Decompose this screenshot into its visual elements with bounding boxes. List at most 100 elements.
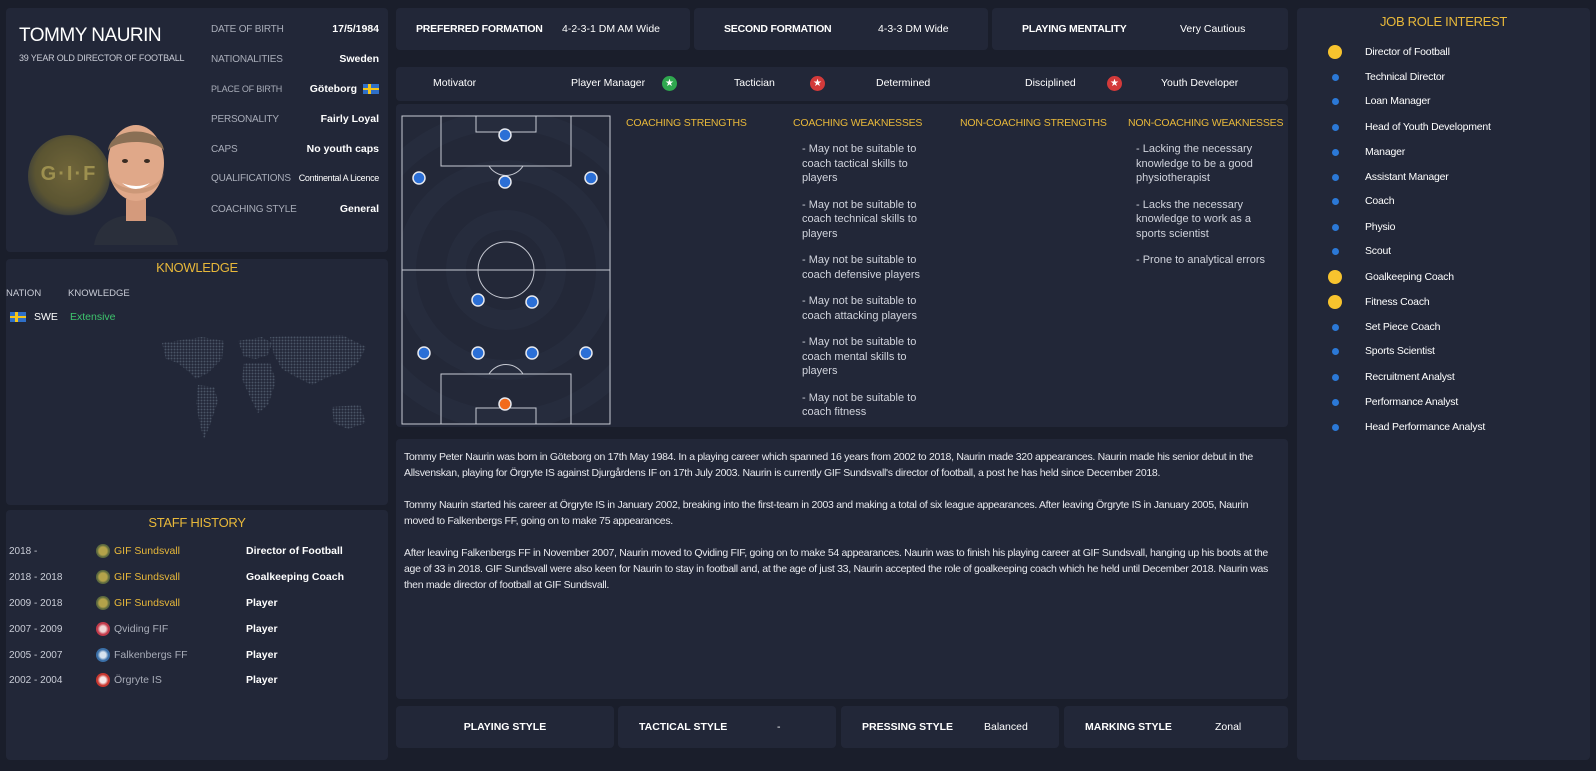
birthplace-label: PLACE OF BIRTH	[211, 84, 283, 94]
weakness-item: - Prone to analytical errors	[1136, 254, 1265, 266]
playing-style-box: PLAYING STYLE	[396, 706, 614, 748]
player-marker	[412, 171, 426, 185]
history-club-link[interactable]: GIF Sundsvall	[114, 545, 180, 557]
pressing-style-box: PRESSING STYLE Balanced	[841, 706, 1059, 748]
history-club-link[interactable]: Qviding FIF	[114, 623, 168, 635]
nationality-row: NATIONALITIES Sweden	[211, 50, 379, 68]
player-marker	[498, 175, 512, 189]
history-role: Player	[246, 649, 278, 661]
knowledge-nation-header: NATION	[6, 288, 42, 299]
tactics-panel: COACHING STRENGTHS COACHING WEAKNESSES N…	[396, 104, 1288, 427]
nationality-label: NATIONALITIES	[211, 53, 283, 65]
player-marker	[471, 346, 485, 360]
playing-mentality-box: PLAYING MENTALITY Very Cautious	[992, 8, 1288, 50]
weakness-item: - May not be suitable to coach attacking…	[802, 295, 917, 322]
job-role-item[interactable]: Technical Director	[1297, 67, 1577, 87]
job-role-item[interactable]: Loan Manager	[1297, 91, 1577, 111]
profile-panel: TOMMY NAURIN 39 YEAR OLD DIRECTOR OF FOO…	[6, 8, 388, 252]
interest-dot-icon	[1332, 124, 1339, 131]
job-role-item[interactable]: Head of Youth Development	[1297, 117, 1577, 137]
knowledge-nation: SWE	[34, 311, 58, 323]
staff-history-panel: STAFF HISTORY 2018 - GIF Sundsvall Direc…	[6, 510, 388, 760]
player-marker	[584, 171, 598, 185]
noncoaching-strengths-title: NON-COACHING STRENGTHS	[960, 117, 1107, 129]
gif-sundsvall-badge-icon	[96, 596, 110, 610]
history-club-link[interactable]: Falkenbergs FF	[114, 649, 188, 661]
job-role-item[interactable]: Performance Analyst	[1297, 392, 1577, 412]
birthplace-value[interactable]: Göteborg	[310, 83, 357, 95]
interest-dot-icon	[1332, 374, 1339, 381]
history-club-link[interactable]: GIF Sundsvall	[114, 597, 180, 609]
formation-pitch	[401, 115, 611, 425]
history-years: 2005 - 2007	[9, 649, 63, 661]
playing-mentality-label: PLAYING MENTALITY	[1022, 23, 1127, 35]
goalkeeper-marker	[498, 397, 512, 411]
bio-paragraph: After leaving Falkenbergs FF in November…	[404, 547, 1268, 591]
dob-value: 17/5/1984	[332, 23, 379, 35]
personality-row: PERSONALITY Fairly Loyal	[211, 110, 379, 128]
job-role-item[interactable]: Manager	[1297, 142, 1577, 162]
job-role-item[interactable]: Set Piece Coach	[1297, 317, 1577, 337]
world-map[interactable]	[152, 333, 382, 445]
dob-label: DATE OF BIRTH	[211, 23, 284, 35]
interest-dot-icon	[1332, 149, 1339, 156]
history-role: Player	[246, 597, 278, 609]
interest-dot-icon	[1332, 324, 1339, 331]
history-row[interactable]: 2009 - 2018 GIF Sundsvall Player	[9, 593, 379, 613]
job-role-label: Assistant Manager	[1365, 171, 1449, 183]
qualifications-row: QUALIFICATIONS Continental A Licence	[211, 169, 379, 187]
personality-label: PERSONALITY	[211, 113, 279, 125]
job-role-item[interactable]: Head Performance Analyst	[1297, 417, 1577, 437]
weakness-item: - May not be suitable to coach mental sk…	[802, 336, 917, 377]
playing-mentality-value: Very Cautious	[1180, 23, 1246, 35]
history-row[interactable]: 2018 - 2018 GIF Sundsvall Goalkeeping Co…	[9, 567, 379, 587]
history-role: Goalkeeping Coach	[246, 571, 345, 583]
interest-dot-icon	[1332, 399, 1339, 406]
job-role-label: Fitness Coach	[1365, 296, 1430, 308]
caps-label: CAPS	[211, 143, 238, 155]
history-years: 2009 - 2018	[9, 597, 63, 609]
job-role-label: Technical Director	[1365, 71, 1445, 83]
job-role-item[interactable]: Scout	[1297, 241, 1577, 261]
job-role-item[interactable]: Goalkeeping Coach	[1297, 267, 1577, 287]
tactical-style-label: TACTICAL STYLE	[639, 721, 728, 733]
qualifications-label: QUALIFICATIONS	[211, 172, 291, 184]
job-role-item[interactable]: Physio	[1297, 217, 1577, 237]
history-club-link[interactable]: Örgryte IS	[114, 674, 162, 686]
marking-style-value: Zonal	[1215, 721, 1242, 733]
job-role-label: Sports Scientist	[1365, 345, 1435, 357]
job-role-label: Manager	[1365, 146, 1406, 158]
history-club-link[interactable]: GIF Sundsvall	[114, 571, 180, 583]
job-role-label: Coach	[1365, 195, 1395, 207]
history-row[interactable]: 2002 - 2004 Örgryte IS Player	[9, 670, 379, 690]
job-role-label: Loan Manager	[1365, 95, 1431, 107]
interest-dot-icon	[1332, 348, 1339, 355]
history-row[interactable]: 2007 - 2009 Qviding FIF Player	[9, 619, 379, 639]
player-marker	[417, 346, 431, 360]
job-role-item[interactable]: Assistant Manager	[1297, 167, 1577, 187]
job-role-label: Head of Youth Development	[1365, 121, 1491, 133]
pressing-style-value: Balanced	[984, 721, 1028, 733]
job-role-label: Goalkeeping Coach	[1365, 271, 1454, 283]
job-role-item[interactable]: Sports Scientist	[1297, 341, 1577, 361]
interest-dot-icon	[1332, 174, 1339, 181]
nationality-value[interactable]: Sweden	[339, 53, 379, 65]
history-row[interactable]: 2018 - GIF Sundsvall Director of Footbal…	[9, 541, 379, 561]
caps-row: CAPS No youth caps	[211, 140, 379, 158]
job-role-item[interactable]: Director of Football	[1297, 42, 1577, 62]
attr-motivator: Motivator	[433, 77, 477, 89]
tactical-style-value: -	[777, 721, 781, 733]
staff-name: TOMMY NAURIN	[19, 25, 162, 46]
gif-sundsvall-badge-icon	[96, 570, 110, 584]
knowledge-panel: KNOWLEDGE NATION KNOWLEDGE SWE Extensive	[6, 259, 388, 505]
interest-high-dot-icon	[1328, 270, 1342, 284]
personality-value: Fairly Loyal	[320, 113, 379, 125]
knowledge-row[interactable]: SWE Extensive	[10, 311, 116, 323]
job-role-item[interactable]: Coach	[1297, 191, 1577, 211]
job-role-item[interactable]: Recruitment Analyst	[1297, 367, 1577, 387]
marking-style-label: MARKING STYLE	[1085, 721, 1172, 733]
history-row[interactable]: 2005 - 2007 Falkenbergs FF Player	[9, 645, 379, 665]
job-role-label: Director of Football	[1365, 46, 1450, 58]
second-formation-label: SECOND FORMATION	[724, 23, 832, 35]
job-role-item[interactable]: Fitness Coach	[1297, 292, 1577, 312]
